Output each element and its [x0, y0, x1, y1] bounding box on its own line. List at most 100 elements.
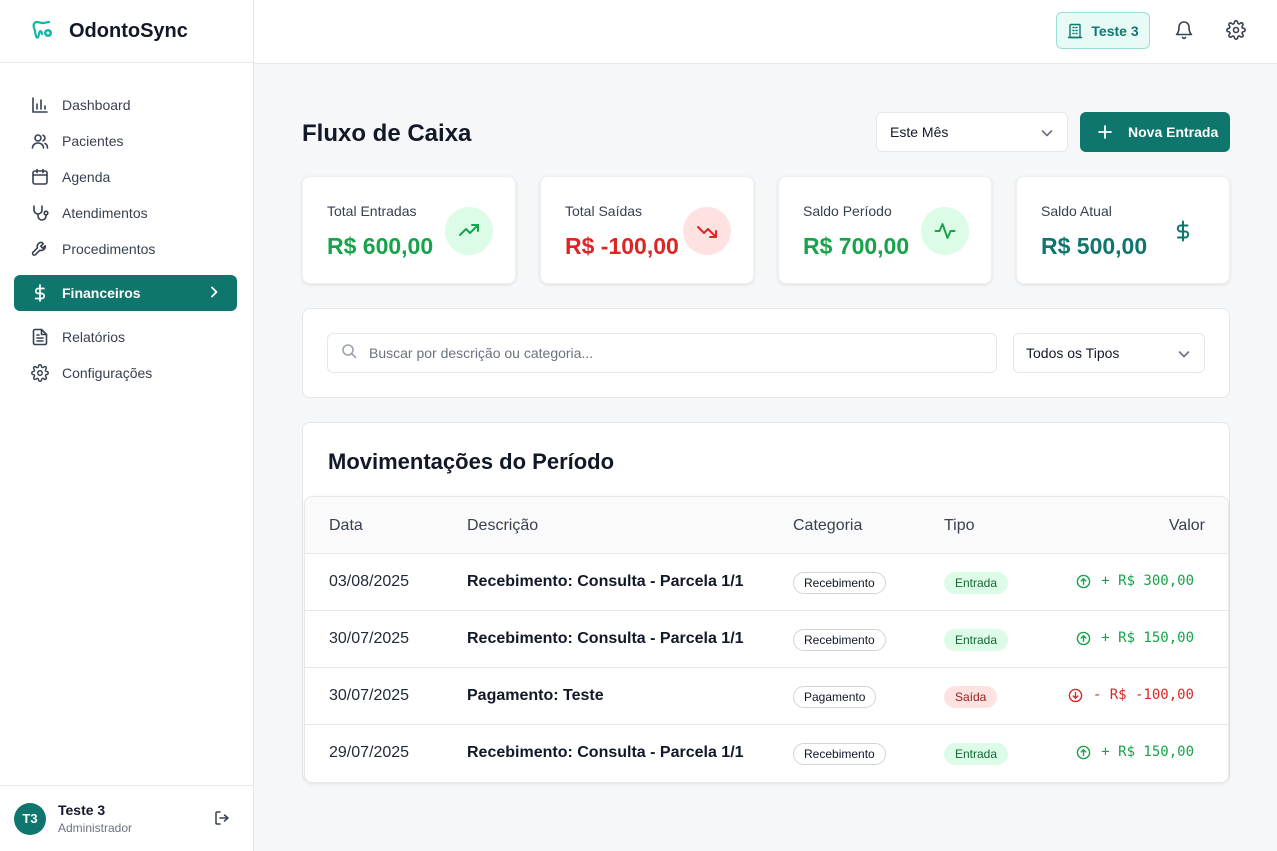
summary-card-entradas: Total Entradas R$ 600,00	[302, 176, 516, 284]
new-entry-button[interactable]: Nova Entrada	[1080, 112, 1230, 152]
page-title: Fluxo de Caixa	[302, 120, 472, 147]
card-label: Total Entradas	[327, 203, 417, 219]
search-input[interactable]: Buscar por descrição ou categoria...	[327, 333, 997, 373]
row-date: 30/07/2025	[329, 630, 410, 647]
search-icon	[341, 343, 357, 364]
dollar-icon	[30, 283, 50, 303]
table-row[interactable]: 03/08/2025 Recebimento: Consulta - Parce…	[305, 554, 1228, 611]
table-row[interactable]: 30/07/2025 Recebimento: Consulta - Parce…	[305, 611, 1228, 668]
trending-up-icon	[445, 207, 493, 255]
clinic-switcher-button[interactable]: Teste 3	[1056, 12, 1150, 49]
user-panel: T3 Teste 3 Administrador	[0, 785, 254, 851]
plus-icon	[1098, 125, 1112, 139]
summary-card-saidas: Total Saídas R$ -100,00	[540, 176, 754, 284]
app-name: OdontoSync	[69, 19, 188, 42]
type-badge: Entrada	[944, 572, 1009, 594]
table-row[interactable]: 29/07/2025 Recebimento: Consulta - Parce…	[305, 725, 1228, 782]
category-badge: Pagamento	[793, 686, 877, 708]
row-description: Recebimento: Consulta - Parcela 1/1	[467, 630, 744, 647]
sidebar-item-financeiros[interactable]: Financeiros	[14, 275, 237, 311]
dollar-icon	[1159, 207, 1207, 255]
column-header-categoria[interactable]: Categoria	[793, 517, 862, 535]
logout-icon[interactable]	[214, 810, 230, 831]
sidebar-item-dashboard[interactable]: Dashboard	[0, 87, 253, 123]
wrench-icon	[30, 239, 50, 259]
user-role: Administrador	[58, 821, 133, 835]
card-label: Total Saídas	[565, 203, 643, 219]
file-text-icon	[30, 327, 50, 347]
sidebar-item-label: Financeiros	[62, 285, 141, 301]
column-header-tipo[interactable]: Tipo	[944, 517, 975, 535]
row-value-text: + R$ 150,00	[1101, 744, 1194, 760]
bell-icon[interactable]	[1174, 20, 1194, 45]
category-badge: Recebimento	[793, 629, 886, 651]
gear-icon	[30, 363, 50, 383]
column-header-data[interactable]: Data	[329, 517, 363, 535]
clinic-name: Teste 3	[1091, 22, 1139, 39]
row-value-text: + R$ 300,00	[1101, 573, 1194, 589]
row-value: - R$ -100,00	[1068, 687, 1194, 703]
row-value-text: + R$ 150,00	[1101, 630, 1194, 646]
avatar[interactable]: T3	[14, 802, 46, 835]
transactions-card: Movimentações do Período Data Descrição …	[302, 422, 1230, 783]
sidebar-item-label: Procedimentos	[62, 241, 156, 257]
type-badge: Entrada	[944, 743, 1009, 765]
row-value-text: - R$ -100,00	[1092, 687, 1194, 703]
card-label: Saldo Atual	[1041, 203, 1112, 219]
type-select[interactable]: Todos os Tipos	[1013, 333, 1205, 373]
row-description: Recebimento: Consulta - Parcela 1/1	[467, 573, 744, 590]
sidebar-item-label: Configurações	[62, 365, 153, 381]
row-description: Recebimento: Consulta - Parcela 1/1	[467, 744, 744, 761]
gear-icon[interactable]	[1226, 20, 1246, 45]
sidebar-item-procedimentos[interactable]: Procedimentos	[0, 231, 253, 267]
transactions-table: Data Descrição Categoria Tipo Valor 03/0…	[304, 496, 1229, 783]
user-name: Teste 3	[58, 802, 106, 818]
brand[interactable]: OdontoSync	[0, 0, 253, 63]
arrow-down-circle-icon	[1068, 688, 1083, 702]
row-date: 30/07/2025	[329, 687, 410, 704]
card-value: R$ 500,00	[1041, 233, 1148, 259]
row-value: + R$ 150,00	[1076, 744, 1194, 760]
card-value: R$ -100,00	[565, 233, 679, 259]
summary-card-saldo-atual: Saldo Atual R$ 500,00	[1016, 176, 1230, 284]
sidebar-item-pacientes[interactable]: Pacientes	[0, 123, 253, 159]
table-title: Movimentações do Período	[328, 449, 615, 474]
calendar-icon	[30, 167, 50, 187]
table-header: Data Descrição Categoria Tipo Valor	[305, 497, 1228, 554]
sidebar-item-configuracoes[interactable]: Configurações	[0, 355, 253, 391]
sidebar-item-label: Relatórios	[62, 329, 126, 345]
column-header-descricao[interactable]: Descrição	[467, 517, 538, 535]
stethoscope-icon	[30, 203, 50, 223]
sidebar-item-label: Agenda	[62, 169, 111, 185]
period-select[interactable]: Este Mês	[876, 112, 1068, 152]
category-badge: Recebimento	[793, 572, 886, 594]
summary-card-saldo-periodo: Saldo Período R$ 700,00	[778, 176, 992, 284]
column-header-valor[interactable]: Valor	[1169, 517, 1205, 535]
search-placeholder: Buscar por descrição ou categoria...	[369, 345, 594, 361]
period-select-value: Este Mês	[890, 124, 949, 140]
table-row[interactable]: 30/07/2025 Pagamento: Teste Pagamento Sa…	[305, 668, 1228, 725]
chevron-down-icon	[1177, 347, 1191, 364]
row-value: + R$ 150,00	[1076, 630, 1194, 646]
trending-down-icon	[683, 207, 731, 255]
tooth-logo-icon	[31, 19, 55, 43]
row-date: 03/08/2025	[329, 573, 410, 590]
sidebar-item-relatorios[interactable]: Relatórios	[0, 319, 253, 355]
sidebar: OdontoSync Dashboard Pacientes Agenda At…	[0, 0, 254, 851]
topbar: Teste 3	[254, 0, 1277, 64]
type-badge: Saída	[944, 686, 998, 708]
sidebar-nav: Dashboard Pacientes Agenda Atendimentos …	[0, 63, 253, 391]
new-entry-label: Nova Entrada	[1128, 124, 1219, 140]
arrow-up-circle-icon	[1076, 745, 1091, 759]
chevron-right-icon	[207, 285, 221, 302]
activity-icon	[921, 207, 969, 255]
sidebar-item-atendimentos[interactable]: Atendimentos	[0, 195, 253, 231]
sidebar-item-label: Atendimentos	[62, 205, 148, 221]
sidebar-item-agenda[interactable]: Agenda	[0, 159, 253, 195]
users-icon	[30, 131, 50, 151]
arrow-up-circle-icon	[1076, 631, 1091, 645]
type-badge: Entrada	[944, 629, 1009, 651]
sidebar-item-label: Dashboard	[62, 97, 131, 113]
building-icon	[1068, 23, 1083, 38]
bar-chart-icon	[30, 95, 50, 115]
